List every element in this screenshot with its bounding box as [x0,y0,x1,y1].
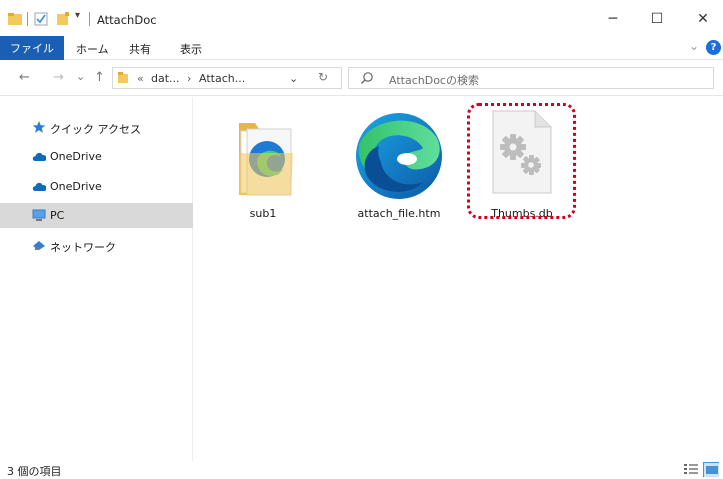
forward-button[interactable]: → [53,70,64,85]
nav-item-onedrive[interactable]: OneDrive [0,144,193,169]
nav-item-onedrive[interactable]: OneDrive [0,174,193,199]
file-item-htm[interactable]: attach_file.htm [344,107,454,220]
details-view-icon[interactable] [683,462,699,477]
window-title: AttachDoc [97,13,157,27]
toolbar-divider [27,12,28,26]
cloud-icon [32,152,46,161]
nav-item-label: PC [50,209,65,222]
properties-check-icon[interactable] [34,11,48,27]
network-icon [33,241,45,250]
minimize-button[interactable]: ─ [593,6,633,32]
tab-home[interactable]: ホーム [76,41,109,57]
folder-icon [239,123,293,196]
file-name: sub1 [249,207,277,220]
navigation-bar: ← → ⌄ ↑ « dat... › Attach... ⌄ ↻ AttachD… [0,60,723,96]
nav-item-label: クイック アクセス [50,123,141,136]
address-bar[interactable]: « dat... › Attach... ⌄ [112,67,342,89]
breadcrumb-item[interactable]: dat... [151,72,180,85]
address-dropdown-button[interactable]: ⌄ [289,72,298,85]
folder-icon [8,13,22,25]
nav-item-quick-access[interactable]: クイック アクセス [0,115,193,140]
nav-item-label: OneDrive [50,180,102,193]
file-name: attach_file.htm [357,207,441,220]
tab-file[interactable]: ファイル [0,36,64,60]
title-divider [89,12,90,26]
item-count: 3 個の項目 [7,465,62,478]
edge-icon [356,113,442,199]
search-placeholder: AttachDocの検索 [389,74,479,87]
customize-toolbar-dropdown[interactable]: ▾ [75,10,80,26]
new-folder-icon[interactable] [56,11,70,27]
recent-locations-button[interactable]: ⌄ [76,70,85,83]
large-icons-view-icon[interactable] [703,462,719,477]
search-icon [361,72,373,84]
ribbon-tabs: ファイル ホーム 共有 表示 ⌄ ? [0,36,723,60]
pc-icon [32,209,46,221]
file-item-folder[interactable]: sub1 [208,107,318,220]
status-bar: 3 個の項目 [0,461,723,479]
title-bar: ▾ AttachDoc ─ ☐ ✕ [0,0,723,36]
up-button[interactable]: ↑ [94,70,105,85]
maximize-button[interactable]: ☐ [637,6,677,32]
file-list: sub1 attach_file.htm Thumbs.db [194,97,723,461]
nav-item-pc[interactable]: PC [0,203,193,228]
breadcrumb-item[interactable]: Attach... [199,72,245,85]
search-box[interactable]: AttachDocの検索 [348,67,714,89]
navigation-pane: クイック アクセス OneDrive OneDrive PC ネットワーク [0,97,193,461]
cloud-icon [32,182,46,191]
tab-view[interactable]: 表示 [180,41,202,57]
nav-item-label: ネットワーク [50,241,116,254]
expand-ribbon-chevron-icon[interactable]: ⌄ [689,39,699,53]
nav-item-label: OneDrive [50,150,102,163]
star-icon [32,121,46,133]
breadcrumb-separator[interactable]: › [187,72,191,85]
back-button[interactable]: ← [19,70,30,85]
annotation-highlight [467,103,576,219]
nav-item-network[interactable]: ネットワーク [0,233,193,258]
tab-share[interactable]: 共有 [129,41,151,57]
refresh-button[interactable]: ↻ [318,70,328,84]
close-button[interactable]: ✕ [683,6,723,32]
breadcrumb-overflow[interactable]: « [137,72,144,85]
folder-icon [118,72,128,83]
help-icon[interactable]: ? [706,40,721,55]
